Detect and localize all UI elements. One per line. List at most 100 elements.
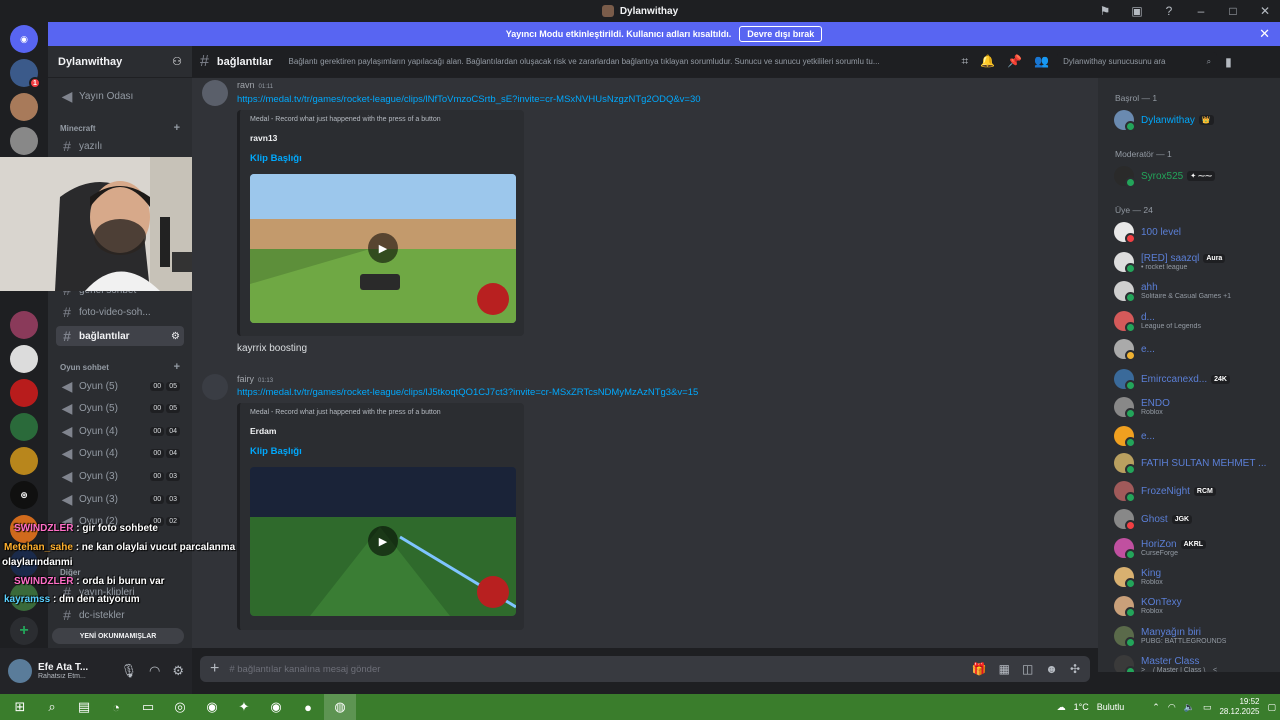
- member-item[interactable]: Emirccanexd... 24K: [1114, 366, 1280, 392]
- inbox-icon[interactable]: ⚑: [1096, 4, 1114, 18]
- pin-icon[interactable]: 📌: [1007, 54, 1022, 69]
- disable-streamer-mode-button[interactable]: Devre dışı bırak: [739, 26, 823, 42]
- headphones-icon[interactable]: ◠: [149, 663, 160, 679]
- notification-icon[interactable]: ▢: [1267, 702, 1276, 713]
- weather-temp[interactable]: 1°C: [1074, 702, 1089, 712]
- play-icon[interactable]: ▶: [368, 233, 398, 263]
- server-icon[interactable]: [10, 93, 38, 121]
- member-item[interactable]: King Roblox: [1114, 564, 1280, 590]
- server-icon[interactable]: [10, 413, 38, 441]
- settings-icon[interactable]: ⚙: [172, 663, 184, 679]
- volume-icon[interactable]: 🔈: [1184, 702, 1195, 713]
- gift-icon[interactable]: 🎁: [972, 662, 987, 676]
- member-item[interactable]: FATİH SULTAN MEHMET ...: [1114, 450, 1280, 476]
- member-item[interactable]: e...: [1114, 423, 1280, 449]
- channel-baglantilar[interactable]: # bağlantılar ⚙: [56, 326, 184, 346]
- member-item[interactable]: FrozeNight RCM: [1114, 478, 1280, 504]
- weather-text[interactable]: Bulutlu: [1097, 702, 1125, 712]
- server-icon[interactable]: [10, 345, 38, 373]
- task-view-icon[interactable]: ▤: [68, 694, 100, 720]
- minimize-button[interactable]: –: [1192, 4, 1210, 18]
- threads-icon[interactable]: ⌗: [962, 54, 969, 69]
- apps-icon[interactable]: ✣: [1070, 662, 1080, 676]
- add-channel-icon[interactable]: +: [174, 122, 180, 134]
- app-icon[interactable]: ✦: [228, 694, 260, 720]
- battery-icon[interactable]: ▭: [1203, 702, 1212, 713]
- embed-title[interactable]: Klip Başlığı: [250, 153, 514, 164]
- discord-icon[interactable]: ◍: [324, 694, 356, 720]
- server-icon[interactable]: ⊛: [10, 481, 38, 509]
- member-item[interactable]: e...: [1114, 336, 1280, 362]
- member-item[interactable]: Syrox525 ✦ ⁓⁓: [1114, 163, 1280, 189]
- category-minecraft[interactable]: Minecraft +: [60, 122, 180, 134]
- windows-start-icon[interactable]: ⊞: [4, 694, 36, 720]
- invite-icon[interactable]: ⚇: [172, 55, 182, 68]
- avatar[interactable]: [202, 80, 228, 106]
- member-item[interactable]: KOnTexy Roblox: [1114, 593, 1280, 619]
- message-input[interactable]: # bağlantılar kanalına mesaj gönder: [229, 664, 961, 675]
- member-item[interactable]: HoriZon AKRL CurseForge: [1114, 535, 1280, 561]
- members-icon[interactable]: 👥: [1034, 54, 1049, 69]
- emoji-icon[interactable]: ☻: [1045, 662, 1058, 676]
- voice-channel[interactable]: ◀ Oyun (4) 00 04: [56, 444, 184, 464]
- message-link[interactable]: https://medal.tv/tr/games/rocket-league/…: [237, 94, 701, 105]
- settings-icon[interactable]: ⚙: [171, 331, 180, 342]
- whatsapp-icon[interactable]: ◎: [164, 694, 196, 720]
- microphone-icon[interactable]: 🎙: [120, 663, 137, 679]
- avatar[interactable]: [202, 374, 228, 400]
- add-server-icon[interactable]: +: [10, 617, 38, 645]
- add-attachment-icon[interactable]: +: [210, 660, 219, 678]
- category-oyun-sohbet[interactable]: Oyun sohbet +: [60, 361, 180, 373]
- add-channel-icon[interactable]: +: [174, 361, 180, 373]
- search-input[interactable]: Dylanwithay sunucusunu ara ⌕: [1057, 51, 1218, 72]
- close-button[interactable]: ✕: [1256, 4, 1274, 18]
- chevron-up-icon[interactable]: ⌃: [1152, 702, 1160, 713]
- channel-topic[interactable]: Bağlantı gerektiren paylaşımların yapıla…: [289, 57, 954, 66]
- member-item[interactable]: Ghost JGK: [1114, 506, 1280, 532]
- member-item[interactable]: Manyağın biri PUBG: BATTLEGROUNDS: [1114, 623, 1280, 649]
- channel-yazili[interactable]: # yazılı: [56, 136, 184, 156]
- gif-icon[interactable]: ▦: [999, 662, 1010, 676]
- server-icon[interactable]: [10, 447, 38, 475]
- folder-icon[interactable]: ▭: [132, 694, 164, 720]
- video-thumbnail[interactable]: ▶: [250, 467, 516, 616]
- new-unread-button[interactable]: YENİ OKUNMAMIŞLAR: [52, 628, 184, 644]
- server-icon[interactable]: 1: [10, 59, 41, 89]
- screen-icon[interactable]: ▣: [1128, 4, 1146, 18]
- guild-header[interactable]: Dylanwithay ⚇: [48, 46, 192, 78]
- channel-dc-istekler[interactable]: # dc-istekler: [56, 605, 184, 625]
- server-icon[interactable]: [10, 127, 38, 155]
- voice-channel[interactable]: ◀ Oyun (3) 00 03: [56, 466, 184, 486]
- server-icon[interactable]: [10, 311, 38, 339]
- obs-icon[interactable]: ●: [292, 694, 324, 720]
- video-thumbnail[interactable]: ▶: [250, 174, 516, 323]
- channel-foto-video[interactable]: # foto-video-soh...: [56, 302, 184, 322]
- channel-yayin-odasi[interactable]: ◀ Yayın Odası: [56, 86, 184, 106]
- search-icon[interactable]: ⌕: [36, 694, 68, 720]
- maximize-button[interactable]: □: [1224, 4, 1242, 18]
- member-item[interactable]: ENDO Roblox: [1114, 394, 1280, 420]
- embed-title[interactable]: Klip Başlığı: [250, 446, 514, 457]
- sticker-icon[interactable]: ◫: [1022, 662, 1033, 676]
- message-link[interactable]: https://medal.tv/tr/games/rocket-league/…: [237, 387, 698, 398]
- member-item[interactable]: d... League of Legends: [1114, 308, 1280, 334]
- chrome-icon[interactable]: ◉: [196, 694, 228, 720]
- close-icon[interactable]: ✕: [1259, 26, 1270, 42]
- discord-home-icon[interactable]: ◉: [10, 25, 38, 53]
- avatar[interactable]: [8, 659, 32, 683]
- bell-icon[interactable]: 🔔: [980, 54, 995, 69]
- voice-channel[interactable]: ◀ Oyun (3) 00 03: [56, 489, 184, 509]
- help-icon[interactable]: ?: [1160, 4, 1178, 18]
- play-icon[interactable]: ▶: [368, 526, 398, 556]
- wifi-icon[interactable]: ◠: [1168, 702, 1176, 713]
- member-item[interactable]: ahh Solitaire & Casual Games +1: [1114, 278, 1280, 304]
- clock[interactable]: 19:52 28.12.2025: [1219, 697, 1259, 717]
- server-icon[interactable]: [10, 379, 38, 407]
- chrome-icon[interactable]: ◉: [260, 694, 292, 720]
- voice-channel[interactable]: ◀ Oyun (5) 00 05: [56, 376, 184, 396]
- member-item[interactable]: Master Class >__/ Master | Class \__<: [1114, 652, 1280, 672]
- voice-channel[interactable]: ◀ Oyun (5) 00 05: [56, 399, 184, 419]
- member-item[interactable]: [RED] saazql Aura • rocket league: [1114, 249, 1280, 275]
- edge-icon[interactable]: ◔: [100, 694, 132, 720]
- member-item[interactable]: Dylanwithay 👑: [1114, 107, 1280, 133]
